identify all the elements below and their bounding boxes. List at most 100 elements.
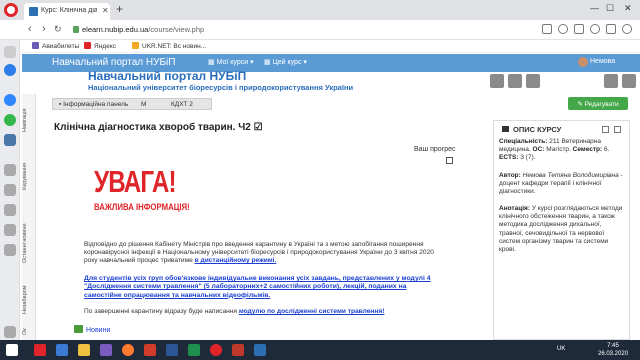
ukrnet-icon	[132, 42, 139, 49]
excel-icon[interactable]	[188, 344, 200, 356]
extension-icon[interactable]	[558, 24, 568, 34]
browser-tab-bar: Курс: Клінічна діагностика ✕ + — ☐ ✕	[0, 0, 640, 20]
forum-icon	[74, 325, 83, 333]
download-icon[interactable]	[606, 24, 616, 34]
whatsapp-icon[interactable]	[4, 114, 16, 126]
yandex-icon	[84, 42, 91, 49]
edit-check-icon[interactable]: ☑	[254, 122, 263, 133]
user-menu[interactable]: Немова	[590, 58, 615, 65]
block-rail: Навігація Керування Останні новини Незаб…	[22, 94, 36, 340]
breadcrumb: ▪ Інформаційна панель М КДХТ 2	[52, 98, 212, 110]
edit-button[interactable]: ✎ Редагувати	[568, 97, 628, 110]
clock-icon[interactable]	[4, 224, 16, 236]
rail-ok[interactable]: Ок	[22, 326, 36, 338]
progress-checkbox[interactable]	[446, 157, 453, 164]
bookmark-icon[interactable]	[574, 24, 584, 34]
module-link[interactable]: модулю по дослідженні системи травлення!	[239, 308, 385, 315]
bookmark-item[interactable]: UKR.NET: Вс новин...	[132, 42, 206, 50]
lock-app-icon[interactable]	[622, 74, 636, 88]
portal-subtitle: Національний університет біоресурсів і п…	[88, 83, 354, 92]
collapse-block-icon[interactable]	[602, 126, 609, 133]
breadcrumb-course[interactable]: КДХТ 2	[171, 101, 193, 108]
yandex-app-icon[interactable]	[34, 344, 46, 356]
site-header: Навчальний портал НУБіП Національний уні…	[22, 69, 640, 94]
block-heading: ОПИС КУРСУ	[502, 125, 561, 134]
dock-block-icon[interactable]	[614, 126, 621, 133]
my-courses-menu[interactable]: ▦ Мої курси ▾	[208, 58, 254, 66]
opera-menu-icon[interactable]	[4, 3, 18, 17]
breadcrumb-dashboard[interactable]: ▪ Інформаційна панель	[59, 101, 128, 108]
rail-administration[interactable]: Керування	[22, 152, 36, 202]
course-annotation: Анотація: У курсі розглядаються методи к…	[499, 205, 623, 254]
module-notice: По завершенні карантину відразу буде нап…	[84, 308, 385, 315]
remote-mode-link[interactable]: в дистанційному режимі.	[195, 257, 277, 264]
block-icon	[502, 126, 509, 132]
pdf-icon[interactable]	[232, 344, 244, 356]
extensions-icon[interactable]	[4, 244, 16, 256]
windows-icon[interactable]	[526, 74, 540, 88]
breadcrumb-m[interactable]: М	[141, 101, 146, 108]
moodle-favicon-icon	[29, 7, 38, 16]
course-specialty: Спеціальність: 211 Ветеринарна медицина.…	[499, 138, 610, 162]
home-icon[interactable]	[4, 46, 16, 58]
windows-taskbar: UK 7:45 26.03.2020	[0, 340, 640, 360]
firefox-icon[interactable]	[122, 344, 134, 356]
rail-navigation[interactable]: Навігація	[22, 100, 36, 140]
close-window-icon[interactable]: ✕	[624, 3, 632, 14]
bookmark-item[interactable]: Яндекс	[84, 42, 116, 50]
folder-icon[interactable]	[78, 344, 90, 356]
back-icon[interactable]: ‹	[28, 23, 32, 35]
alert-heading: УВАГА!	[94, 164, 177, 199]
android-icon[interactable]	[508, 74, 522, 88]
language-indicator[interactable]: UK	[557, 346, 565, 352]
avatar[interactable]	[578, 57, 588, 67]
address-bar: ‹ › ↻ elearn.nubip.edu.ua/course/view.ph…	[0, 20, 640, 40]
app-icon[interactable]	[144, 344, 156, 356]
messenger-icon[interactable]	[4, 94, 16, 106]
history-icon[interactable]	[4, 164, 16, 176]
minimize-icon[interactable]: —	[590, 3, 599, 13]
skype-icon[interactable]	[254, 344, 266, 356]
news-forum-link[interactable]: Новини	[74, 325, 110, 334]
clock[interactable]: 7:45 26.03.2020	[598, 342, 628, 358]
assignment-notice-link[interactable]: Для студентів усіх груп обов'язкове інди…	[84, 275, 444, 300]
bookmarks-bar: Авиабилеты Яндекс UKR.NET: Вс новин...	[22, 40, 640, 53]
new-tab-button[interactable]: +	[116, 2, 123, 16]
settings-icon[interactable]	[622, 24, 632, 34]
maximize-icon[interactable]: ☐	[606, 3, 614, 14]
course-author: Автор: Немова Тетяна Володимирівна - доц…	[499, 172, 623, 196]
url-field[interactable]: elearn.nubip.edu.ua/course/view.php	[82, 25, 204, 34]
snapshot-icon[interactable]	[4, 184, 16, 196]
apple-icon[interactable]	[490, 74, 504, 88]
word-icon[interactable]	[166, 344, 178, 356]
lock-icon	[73, 26, 79, 33]
tab-title: Курс: Клінічна діагностика	[41, 7, 97, 14]
cart-icon[interactable]	[604, 74, 618, 88]
opera-taskbar-icon[interactable]	[210, 344, 222, 356]
this-course-menu[interactable]: ▦ Цей курс ▾	[264, 58, 307, 66]
explorer-icon[interactable]	[56, 344, 68, 356]
vpn-icon[interactable]	[590, 24, 600, 34]
page-title: Клінічна діагностика хвороб тварин. Ч2 ☑	[54, 122, 263, 133]
alert-subheading: ВАЖЛИВА ІНФОРМАЦІЯ!	[94, 202, 190, 213]
heart-icon[interactable]	[4, 204, 16, 216]
bookmark-icon	[32, 42, 39, 49]
browser-tab[interactable]: Курс: Клінічна діагностика ✕	[24, 3, 110, 20]
rail-upcoming[interactable]: Незабаром	[22, 280, 36, 320]
more-icon[interactable]	[4, 326, 16, 338]
speed-dial-icon[interactable]	[4, 64, 16, 76]
rail-latest-news[interactable]: Останні новини	[22, 214, 36, 272]
opera-sidebar	[0, 40, 20, 340]
start-icon[interactable]	[6, 344, 18, 356]
quarantine-notice: Відповідно до рішення Кабінету Міністрів…	[84, 241, 434, 265]
brand-link[interactable]: Навчальний портал НУБіП	[52, 57, 175, 68]
portal-title: Навчальний портал НУБіП	[88, 69, 247, 83]
reload-icon[interactable]: ↻	[54, 24, 62, 35]
close-tab-icon[interactable]: ✕	[102, 6, 109, 15]
media-icon[interactable]	[100, 344, 112, 356]
vk-icon[interactable]	[4, 134, 16, 146]
bookmark-item[interactable]: Авиабилеты	[32, 42, 79, 50]
forward-icon[interactable]: ›	[42, 23, 46, 35]
camera-icon[interactable]	[542, 24, 552, 34]
course-description-block: ОПИС КУРСУ Спеціальність: 211 Ветеринарн…	[493, 120, 630, 340]
